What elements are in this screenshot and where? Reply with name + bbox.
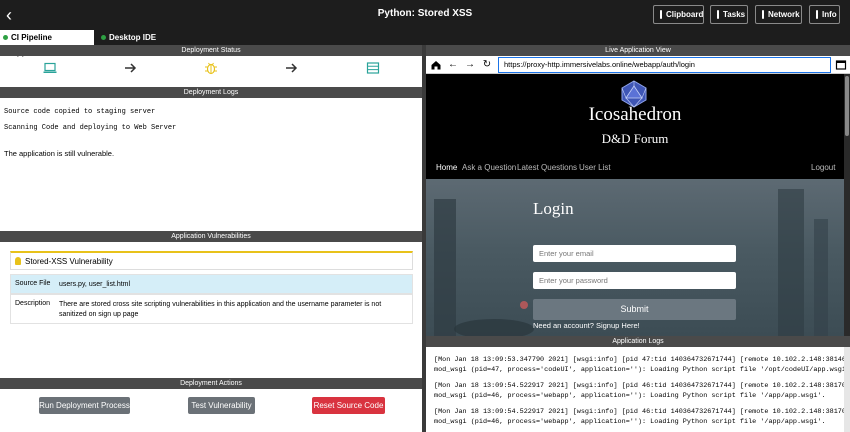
test-vulnerability-button[interactable]: Test Vulnerability [188, 397, 255, 414]
scrollbar-thumb[interactable] [845, 76, 849, 136]
submit-button[interactable]: Submit [533, 299, 736, 320]
site-title: Icosahedron [588, 104, 682, 125]
app-log-line: mod_wsgi (pid=46, process='webapp', appl… [434, 418, 826, 426]
login-heading: Login [533, 199, 574, 218]
app-log-line: [Mon Jan 18 13:09:54.522917 2021] [wsgi:… [434, 382, 850, 390]
embedded-web-app: Icosahedron D&D Forum Home Ask a Questio… [426, 74, 844, 336]
home-icon[interactable] [430, 59, 442, 71]
network-icon [762, 10, 764, 19]
deploy-log-line: Scanning Code and deploying to Web Serve… [4, 124, 177, 132]
vulnerability-card: Stored-XSS Vulnerability [10, 251, 413, 270]
deployment-status-header: Deployment Status [0, 45, 422, 56]
browser-toolbar: ← → ↻ https://proxy-http.immersivelabs.o… [426, 56, 850, 74]
arrow-right-icon [286, 63, 298, 73]
password-input[interactable]: Enter your password [533, 272, 736, 289]
top-bar: ‹ Python: Stored XSS Clipboard Tasks Net… [0, 0, 850, 30]
run-deployment-button[interactable]: Run Deployment Process [39, 397, 130, 414]
source-file-value: users.py, user_list.html [59, 281, 131, 288]
app-log-line: [Mon Jan 18 13:09:53.347790 2021] [wsgi:… [434, 356, 850, 364]
nav-user-list[interactable]: User List [579, 163, 611, 172]
lightbulb-icon [15, 257, 21, 265]
status-dot-icon [101, 35, 106, 40]
tasks-icon [717, 10, 719, 19]
app-log-line: mod_wsgi (pid=46, process='webapp', appl… [434, 392, 826, 400]
tab-strip: CI Pipeline Application Desktop IDE [0, 30, 850, 57]
laptop-icon [43, 62, 57, 73]
vulnerability-status-message: The application is still vulnerable. [4, 149, 115, 158]
app-scrollbar[interactable] [844, 74, 850, 336]
clipboard-icon [660, 10, 662, 19]
forward-icon[interactable]: → [464, 59, 476, 71]
window-icon[interactable] [835, 59, 847, 71]
nav-home[interactable]: Home [436, 163, 457, 172]
email-input[interactable]: Enter your email [533, 245, 736, 262]
deployment-actions-header: Deployment Actions [0, 378, 422, 389]
signup-link[interactable]: Need an account? Signup Here! [533, 321, 640, 330]
source-file-row: Source File users.py, user_list.html [10, 274, 413, 294]
description-value: There are stored cross site scripting vu… [59, 301, 382, 318]
arrow-right-icon [125, 63, 137, 73]
live-application-view-header: Live Application View [426, 45, 850, 56]
app-log-line: mod_wsgi (pid=47, process='codeUI', appl… [434, 366, 850, 374]
nav-latest-questions[interactable]: Latest Questions [517, 163, 577, 172]
nav-ask-question[interactable]: Ask a Question [462, 163, 516, 172]
reset-source-code-button[interactable]: Reset Source Code [312, 397, 385, 414]
source-file-label: Source File [15, 280, 51, 287]
tasks-button[interactable]: Tasks [710, 5, 748, 24]
clipboard-button[interactable]: Clipboard [653, 5, 704, 24]
bug-icon [205, 62, 217, 75]
active-dot-icon [3, 35, 8, 40]
info-button[interactable]: Info [809, 5, 840, 24]
reload-icon[interactable]: ↻ [481, 59, 493, 71]
deploy-log-line: Source code copied to staging server [4, 108, 156, 116]
url-bar[interactable]: https://proxy-http.immersivelabs.online/… [498, 57, 831, 73]
tab-desktop-ide[interactable]: Desktop IDE [98, 30, 168, 45]
nav-logout[interactable]: Logout [811, 163, 835, 172]
logs-scrollbar[interactable] [844, 347, 850, 432]
info-icon [816, 10, 818, 19]
app-log-line: [Mon Jan 18 13:09:54.522917 2021] [wsgi:… [434, 408, 850, 416]
description-row: Description There are stored cross site … [10, 294, 413, 324]
site-subtitle: D&D Forum [601, 131, 669, 146]
tab-ci-pipeline[interactable]: CI Pipeline Application [0, 30, 94, 57]
network-button[interactable]: Network [755, 5, 802, 24]
application-vulnerabilities-header: Application Vulnerabilities [0, 231, 422, 242]
back-icon[interactable]: ← [447, 59, 459, 71]
deployment-logs-header: Deployment Logs [0, 87, 422, 98]
description-label: Description [15, 300, 51, 307]
application-logs-header: Application Logs [426, 336, 850, 347]
server-icon [366, 62, 380, 74]
